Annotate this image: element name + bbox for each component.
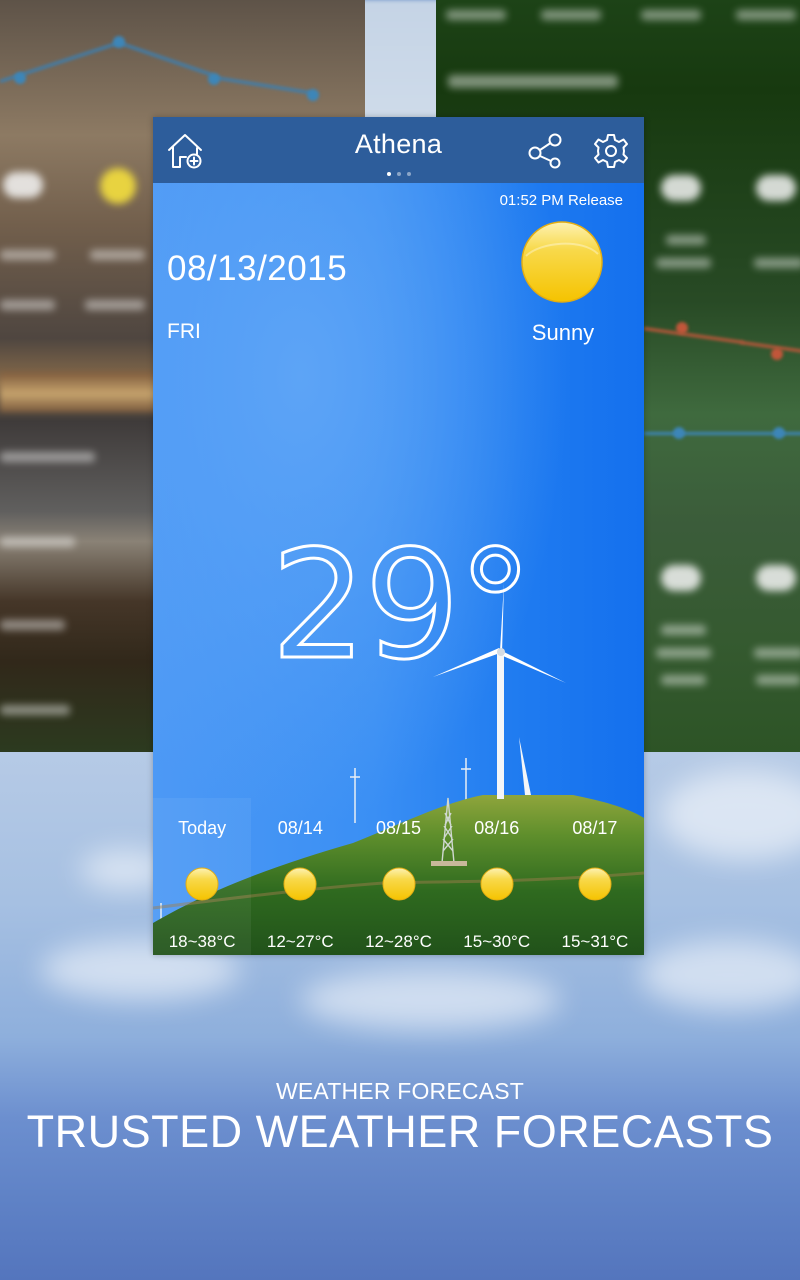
forecast-day[interactable]: 08/16 15~30°C — [448, 798, 546, 955]
promo-title: TRUSTED WEATHER FORECASTS — [26, 1106, 774, 1157]
forecast-day-label: 08/17 — [572, 818, 618, 838]
city-name[interactable]: Athena — [153, 129, 644, 160]
sun-icon — [283, 867, 317, 901]
page-dot-1 — [386, 172, 391, 176]
forecast-temp-range: 15~31°C — [561, 932, 629, 951]
share-icon — [526, 132, 564, 170]
forecast-day-label: Today — [178, 818, 227, 838]
current-condition: Sunny — [531, 320, 595, 345]
forecast-temp-range: 12~28°C — [365, 932, 432, 951]
sun-icon — [520, 220, 604, 304]
page-indicator — [153, 172, 644, 176]
sun-icon — [382, 867, 416, 901]
gear-icon — [592, 132, 630, 170]
forecast-day[interactable]: 08/15 12~28°C — [349, 798, 447, 955]
forecast-day[interactable]: 08/17 15~31°C — [546, 798, 644, 955]
forecast-day-label: 08/15 — [375, 818, 422, 838]
release-time: 01:52 PM Release — [499, 192, 623, 209]
sun-icon — [480, 867, 514, 901]
settings-button[interactable] — [589, 129, 633, 173]
forecast-temp-range: 12~27°C — [266, 932, 334, 951]
sun-icon — [578, 867, 612, 901]
forecast-strip: Today 18~38°C 08/14 12~27°C 08/15 12~28°… — [153, 798, 644, 955]
weather-scene: 01:52 PM Release 08/13/2015 FRI Sunny 29… — [153, 183, 644, 955]
share-button[interactable] — [523, 129, 567, 173]
promo-subtitle: WEATHER FORECAST — [275, 1078, 525, 1104]
top-app-bar: Athena — [153, 117, 644, 183]
forecast-temp-range: 15~30°C — [463, 932, 531, 951]
page-dot-2 — [396, 172, 401, 176]
forecast-temp-range: 18~38°C — [168, 932, 236, 951]
forecast-day-label: 08/16 — [474, 818, 520, 838]
forecast-day[interactable]: Today 18~38°C — [153, 798, 252, 955]
current-weekday: FRI — [167, 320, 201, 343]
current-temperature: 29° — [270, 519, 535, 693]
forecast-day-label: 08/14 — [277, 818, 323, 838]
sun-icon — [185, 867, 219, 901]
forecast-day[interactable]: 08/14 12~27°C — [251, 798, 349, 955]
weather-card: Athena 01:52 PM Release 08/13/2015 FRI S… — [153, 117, 644, 955]
current-date: 08/13/2015 — [167, 249, 348, 288]
page-dot-3 — [406, 172, 411, 176]
